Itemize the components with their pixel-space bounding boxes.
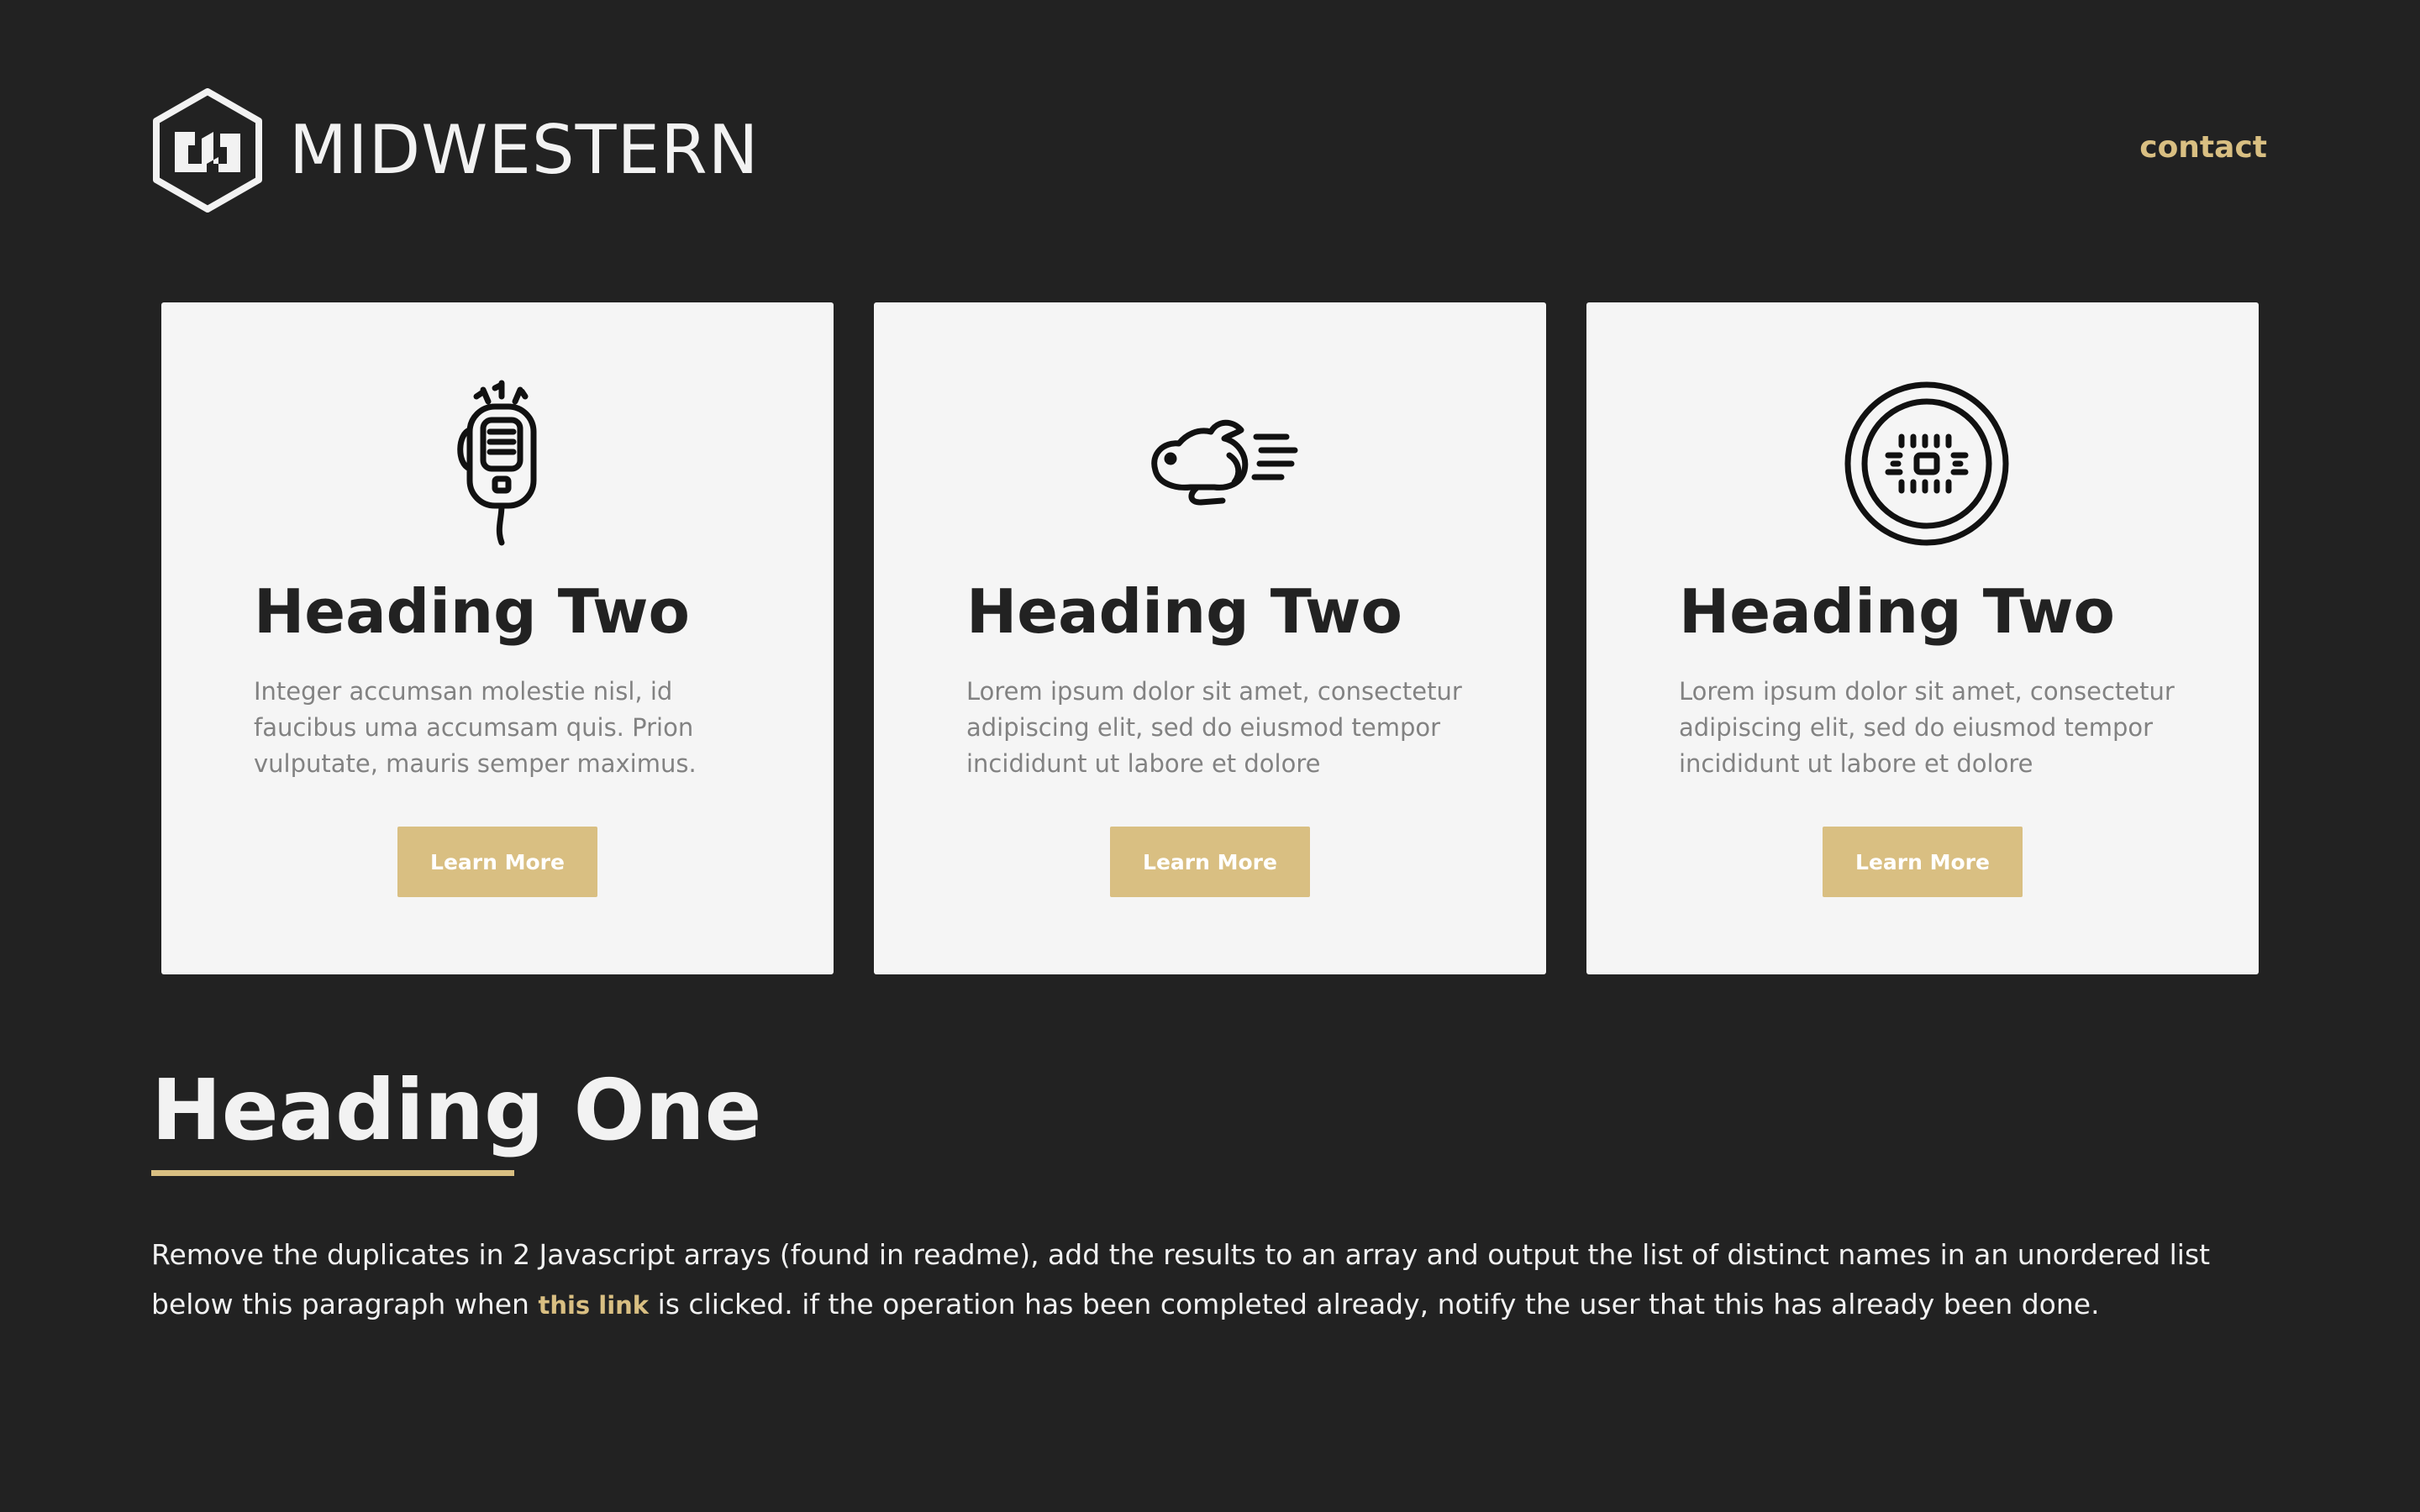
brand-logo[interactable]: MIDWESTERN — [151, 87, 760, 213]
manhole-cover-icon — [1843, 371, 2011, 556]
learn-more-button[interactable]: Learn More — [1823, 827, 2023, 897]
paragraph-text-after: is clicked. if the operation has been co… — [649, 1288, 2100, 1320]
card-heading: Heading Two — [1679, 576, 2115, 647]
card-description: Lorem ipsum dolor sit amet, consectetur … — [1679, 677, 2175, 778]
feature-card: Heading Two Lorem ipsum dolor sit amet, … — [1586, 302, 2259, 974]
card-description: Integer accumsan molestie nisl, id fauci… — [254, 677, 697, 778]
running-rabbit-icon — [1130, 371, 1298, 556]
card-heading: Heading Two — [966, 576, 1402, 647]
midwestern-hexagon-logo-icon — [153, 88, 262, 213]
run-dedupe-link[interactable]: this link — [538, 1291, 649, 1320]
handheld-radio-microphone-icon — [418, 371, 586, 556]
feature-card: Heading Two Lorem ipsum dolor sit amet, … — [874, 302, 1546, 974]
site-header: MIDWESTERN contact — [151, 87, 2267, 213]
feature-card: Heading Two Integer accumsan molestie ni… — [161, 302, 834, 974]
title-underline — [151, 1170, 514, 1176]
learn-more-button[interactable]: Learn More — [1110, 827, 1310, 897]
learn-more-button[interactable]: Learn More — [397, 827, 597, 897]
feature-cards: Heading Two Integer accumsan molestie ni… — [161, 302, 2259, 974]
instructions-paragraph: Remove the duplicates in 2 Javascript ar… — [151, 1230, 2269, 1331]
card-description: Lorem ipsum dolor sit amet, consectetur … — [966, 677, 1462, 778]
card-heading: Heading Two — [254, 576, 690, 647]
brand-name: MIDWESTERN — [289, 111, 760, 189]
page-title: Heading One — [151, 1061, 762, 1159]
nav-contact-link[interactable]: contact — [2139, 129, 2267, 165]
